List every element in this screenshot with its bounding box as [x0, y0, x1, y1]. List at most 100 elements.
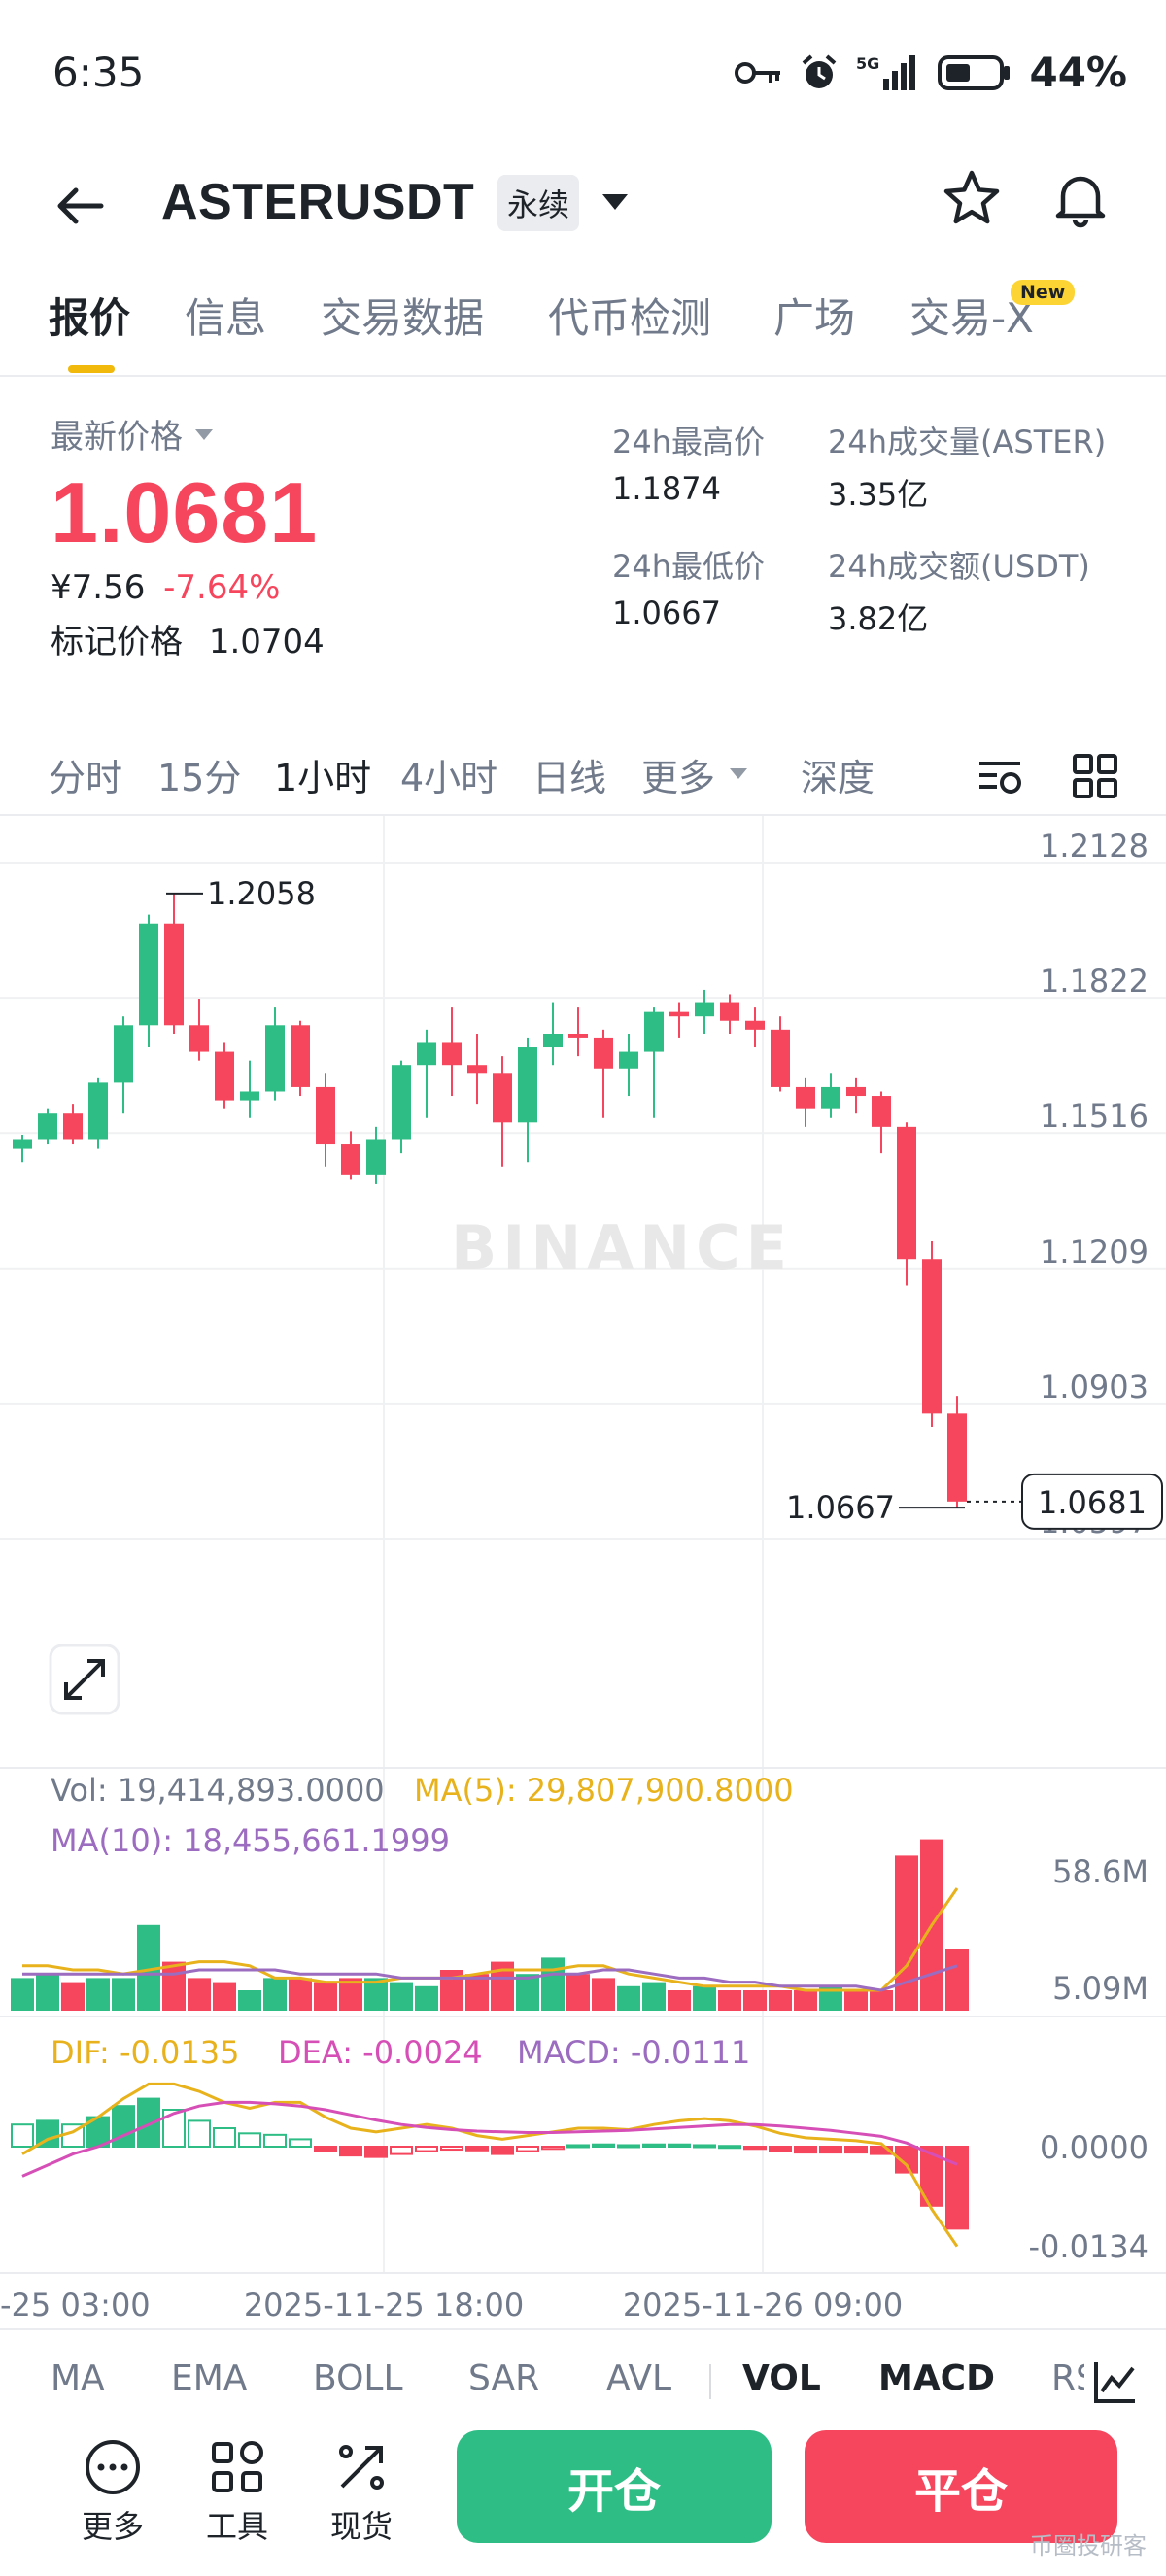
symbol-dropdown-icon[interactable]: [600, 186, 630, 216]
candle-body: [38, 1113, 57, 1140]
tools-tool-label: 工具: [205, 2508, 268, 2545]
interval-15m[interactable]: 15分: [157, 748, 241, 801]
cny-price: ¥7.56: [51, 568, 146, 607]
symbol-title[interactable]: ASTERUSDT: [161, 173, 474, 231]
indicator-sar[interactable]: SAR: [468, 2358, 539, 2398]
volume-bar: [668, 1990, 691, 2011]
indicator-ma[interactable]: MA: [51, 2358, 105, 2398]
more-caret-icon: [730, 768, 747, 779]
high-marker-label: 1.2058: [207, 875, 316, 912]
volume-bar: [642, 1982, 666, 2011]
macd-bar: [390, 2146, 413, 2155]
battery-percent: 44%: [1029, 49, 1127, 96]
macd-bar: [516, 2146, 539, 2152]
indicator-macd[interactable]: MACD: [878, 2358, 995, 2398]
price-chart[interactable]: BINANCE 1.21281.18221.15161.12091.0903 1.…: [0, 816, 1166, 2331]
favorite-star-icon[interactable]: [941, 167, 1003, 229]
spot-tool[interactable]: 现货: [313, 2438, 410, 2547]
candle-body: [417, 1042, 436, 1066]
interval-1h[interactable]: 1小时: [274, 748, 371, 801]
macd-bar: [339, 2146, 362, 2157]
new-badge: New: [1011, 280, 1076, 305]
interval-depth[interactable]: 深度: [801, 748, 874, 801]
candle-body: [568, 1034, 588, 1038]
tab-token-check[interactable]: 代币检测: [548, 286, 711, 345]
candle-body: [467, 1065, 487, 1074]
candle-body: [63, 1113, 83, 1140]
indicator-boll[interactable]: BOLL: [313, 2358, 403, 2398]
indicator-settings-icon[interactable]: [1092, 2358, 1139, 2405]
macd-bar: [743, 2146, 767, 2151]
candle-body: [189, 1025, 209, 1052]
candle-body: [13, 1139, 32, 1149]
volume-bar: [844, 1990, 868, 2011]
chart-settings-icon[interactable]: [976, 752, 1024, 800]
volume-bar: [718, 1990, 741, 2011]
candle-body: [139, 923, 158, 1026]
candle-body: [897, 1126, 916, 1260]
macd-bar: [314, 2146, 337, 2152]
more-tool[interactable]: 更多: [64, 2438, 161, 2547]
tools-tool[interactable]: 工具: [189, 2438, 286, 2547]
tab-trading-data[interactable]: 交易数据: [321, 286, 484, 345]
ma10-legend: MA(10): 18,455,661.1999: [51, 1822, 450, 1859]
macd-bar: [289, 2138, 312, 2149]
candle-body: [644, 1011, 664, 1052]
main-tabs: 报价 信息 交易数据 代币检测 广场 交易-X New: [0, 272, 1166, 379]
candle-body: [669, 1011, 689, 1017]
volume-bar: [743, 1990, 767, 2011]
macd-bar: [541, 2146, 565, 2151]
candle-body: [695, 1002, 714, 1017]
high-label: 24h最高价: [612, 424, 766, 460]
interval-more[interactable]: 更多: [641, 748, 715, 801]
bottom-bar: 更多 工具 现货 开仓 平仓 币圈投研客: [0, 2419, 1166, 2574]
indicator-avl[interactable]: AVL: [606, 2358, 671, 2398]
tab-square[interactable]: 广场: [773, 286, 855, 345]
volume-legend: Vol: 19,414,893.0000: [51, 1772, 385, 1809]
candle-body: [240, 1091, 259, 1101]
volume-bar: [769, 1990, 792, 2011]
macd-bar: [415, 2146, 438, 2152]
stat-volume: 24h成交量(ASTER) 3.35亿: [828, 418, 1106, 515]
volume-bar: [36, 1974, 59, 2011]
candle-body: [619, 1051, 638, 1069]
fullscreen-button[interactable]: [49, 1644, 120, 1715]
macd-bar: [794, 2146, 817, 2154]
divider: [0, 375, 1166, 377]
indicator-vol[interactable]: VOL: [742, 2358, 821, 2398]
price-tick: 1.1822: [1040, 963, 1149, 1000]
bell-icon[interactable]: [1049, 167, 1112, 229]
candle-body: [821, 1086, 840, 1109]
open-position-button[interactable]: 开仓: [457, 2430, 772, 2543]
indicator-ema[interactable]: EMA: [171, 2358, 247, 2398]
interval-4h[interactable]: 4小时: [400, 748, 497, 801]
high-value: 1.1874: [612, 470, 721, 507]
grid-layout-icon[interactable]: [1071, 752, 1119, 800]
macd-bar: [819, 2146, 842, 2154]
volume-bar: [415, 1985, 438, 2011]
price-tick: 1.2128: [1040, 828, 1149, 864]
interval-1d[interactable]: 日线: [532, 748, 606, 801]
price-markers: 1.2058 1.0667 1.0681: [166, 875, 1163, 1530]
back-arrow-icon[interactable]: [51, 177, 109, 235]
candle-body: [594, 1037, 613, 1069]
price-tick: 1.1209: [1040, 1234, 1149, 1271]
last-price-label-row[interactable]: 最新价格: [51, 410, 325, 458]
caret-down-icon: [195, 428, 213, 440]
candle-body: [442, 1042, 462, 1066]
candle-body: [771, 1029, 790, 1087]
time-axis: -25 03:00 2025-11-25 18:00 2025-11-26 09:0…: [0, 2287, 903, 2323]
volume-bar: [592, 1978, 615, 2011]
tab-info[interactable]: 信息: [185, 286, 266, 345]
macd-bar: [769, 2146, 792, 2152]
volume-value: 3.35亿: [828, 476, 929, 513]
signal-icon: 5G: [856, 54, 916, 90]
interval-timeline[interactable]: 分时: [49, 748, 122, 801]
candle-body: [88, 1082, 108, 1140]
contract-type-badge: 永续: [497, 175, 580, 231]
volume-bar: [390, 1982, 413, 2011]
active-tab-indicator: [68, 365, 115, 373]
tab-quote[interactable]: 报价: [49, 286, 130, 345]
tools-grid-icon: [212, 2441, 263, 2492]
candle-body: [518, 1047, 537, 1123]
